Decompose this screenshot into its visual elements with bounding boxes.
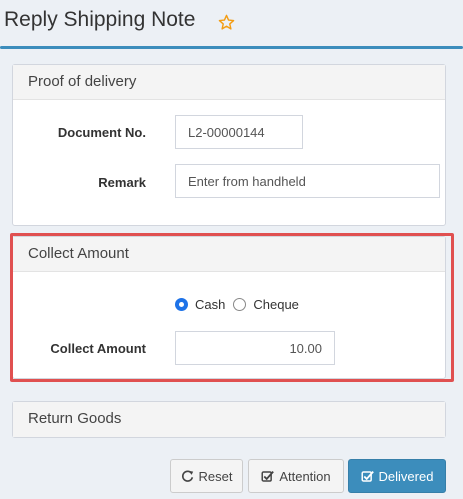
payment-method-group: Cash Cheque xyxy=(175,297,307,312)
attention-button-label: Attention xyxy=(279,468,331,484)
collect-amount-panel: Collect Amount Cash Cheque Collect Amoun… xyxy=(12,236,446,379)
document-no-label: Document No. xyxy=(57,125,146,140)
collect-amount-label: Collect Amount xyxy=(50,341,146,356)
attention-button[interactable]: Attention xyxy=(248,459,344,493)
cash-radio[interactable] xyxy=(175,298,188,311)
reset-button-label: Reset xyxy=(198,468,233,484)
proof-of-delivery-panel: Proof of delivery Document No. Remark xyxy=(12,64,446,226)
page-title: Reply Shipping Note xyxy=(4,8,196,31)
delivered-button[interactable]: Delivered xyxy=(348,459,446,493)
collect-amount-field[interactable] xyxy=(175,331,335,365)
proof-of-delivery-title: Proof of delivery xyxy=(13,65,445,100)
collect-amount-title: Collect Amount xyxy=(13,237,445,272)
cheque-radio[interactable] xyxy=(233,298,247,311)
check-square-icon xyxy=(361,470,374,482)
reset-button[interactable]: Reset xyxy=(170,459,243,493)
cheque-radio-label[interactable]: Cheque xyxy=(253,297,299,312)
remark-field[interactable] xyxy=(175,164,440,198)
document-no-field[interactable] xyxy=(175,115,303,149)
check-square-icon xyxy=(261,470,275,482)
return-goods-title[interactable]: Return Goods xyxy=(13,402,445,437)
remark-label: Remark xyxy=(98,175,146,190)
refresh-icon xyxy=(181,470,193,482)
delivered-button-label: Delivered xyxy=(378,468,434,484)
cash-radio-label[interactable]: Cash xyxy=(195,297,225,312)
page-header: Reply Shipping Note xyxy=(0,0,463,49)
return-goods-panel: Return Goods xyxy=(12,401,446,438)
star-icon[interactable] xyxy=(218,14,235,31)
